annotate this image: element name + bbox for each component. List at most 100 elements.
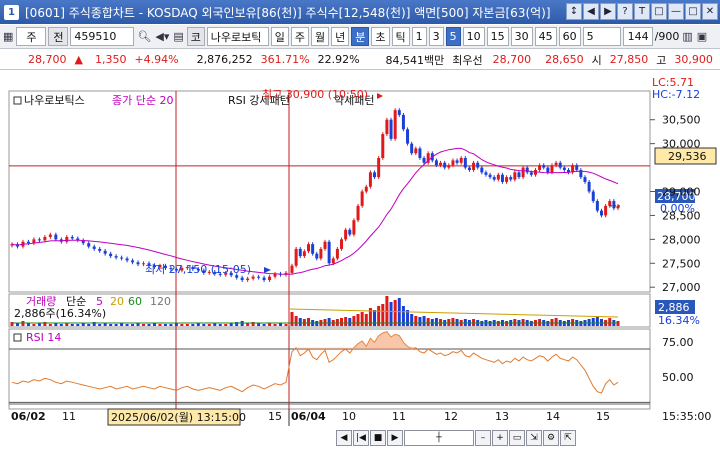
vol-value: 2,886주(16.34%) xyxy=(14,307,106,320)
compress-icon[interactable]: ⇲ xyxy=(526,430,542,446)
zoom-out-icon[interactable]: – xyxy=(475,430,491,446)
candle-body xyxy=(360,191,364,206)
candle-body xyxy=(327,241,331,264)
volume-bar xyxy=(262,324,266,326)
period-second[interactable]: 초 xyxy=(371,27,390,46)
candle-body xyxy=(443,162,447,168)
high-price: 30,900 xyxy=(674,53,713,66)
period-week[interactable]: 주 xyxy=(290,27,310,46)
interval-3[interactable]: 3 xyxy=(428,27,444,46)
candle-body xyxy=(393,110,397,139)
volume-bar xyxy=(298,318,302,326)
candle-body xyxy=(377,158,381,178)
text-icon[interactable]: T xyxy=(634,3,650,20)
market-button[interactable]: 코 xyxy=(186,27,205,46)
candle-body xyxy=(389,119,393,139)
volume-bar xyxy=(131,324,135,326)
interval-1[interactable]: 1 xyxy=(411,27,427,46)
candle-body xyxy=(492,177,496,180)
candle-body xyxy=(451,160,455,166)
fit-icon[interactable]: ▭ xyxy=(509,430,525,446)
candle-body xyxy=(542,165,546,168)
period-year[interactable]: 년 xyxy=(331,27,350,46)
prev-icon[interactable]: ◀ xyxy=(583,3,599,20)
candle-body xyxy=(525,167,529,173)
y-tick-label: 28,500 xyxy=(662,209,701,222)
candle-body xyxy=(294,248,298,266)
list-icon[interactable]: ▤ xyxy=(172,30,184,43)
type-select[interactable]: 주 xyxy=(16,27,47,46)
chart-scroll-controls: ◀ |◀ ■ ▶ ┼ – + ▭ ⇲ ⚙ ⇱ xyxy=(336,429,576,447)
all-button[interactable]: 전 xyxy=(48,27,69,46)
candle-body xyxy=(114,256,118,258)
x-label-0602: 06/02 xyxy=(11,410,46,423)
turnover-ratio: 22.92% xyxy=(317,53,360,66)
candle-body xyxy=(298,248,302,257)
bars-icon[interactable]: ▥ xyxy=(681,30,693,43)
stop-icon[interactable]: ■ xyxy=(370,430,386,446)
maximize-icon[interactable]: □ xyxy=(685,3,701,20)
minimize-icon[interactable]: — xyxy=(668,3,684,20)
vol-legend-20: 20 xyxy=(110,295,124,308)
save-icon[interactable]: ▣ xyxy=(696,30,708,43)
link-icon[interactable]: ↕ xyxy=(566,3,582,20)
open-label: 시 xyxy=(591,53,602,67)
candle-body xyxy=(467,167,471,170)
period-day[interactable]: 일 xyxy=(270,27,289,46)
interval-30[interactable]: 30 xyxy=(510,27,533,46)
code-input[interactable]: 459510 xyxy=(70,27,135,46)
expand-icon[interactable]: ⇱ xyxy=(560,430,576,446)
grid-icon[interactable]: ▦ xyxy=(2,30,14,43)
period-minute[interactable]: 분 xyxy=(351,27,370,46)
open-price: 27,850 xyxy=(609,53,649,66)
restore-icon[interactable]: □ xyxy=(651,3,667,20)
candle-body xyxy=(335,248,339,259)
candle-body xyxy=(521,167,525,178)
next-icon[interactable]: ▶ xyxy=(600,3,616,20)
volume-bar xyxy=(158,324,162,326)
candle-body xyxy=(422,158,426,163)
vol-legend-60: 60 xyxy=(128,295,142,308)
volume-bar xyxy=(554,318,558,326)
scroll-forward-icon[interactable]: ▶ xyxy=(387,430,403,446)
volume-bar xyxy=(294,316,298,326)
zoom-in-icon[interactable]: + xyxy=(492,430,508,446)
cursor-time: 2025/06/02(월) 13:15:00 xyxy=(111,411,246,424)
volume-bar xyxy=(98,324,102,326)
chart-area[interactable]: 나우로보틱스 종가 단순 20 RSI 강세패턴 약세패턴 LC:5.71 HC… xyxy=(0,71,720,450)
rsi-tick-75: 75.00 xyxy=(662,336,694,349)
interval-45[interactable]: 45 xyxy=(534,27,557,46)
close-icon[interactable]: ✕ xyxy=(702,3,718,20)
zoom-slider[interactable]: ┼ xyxy=(404,430,474,446)
period-tick[interactable]: 틱 xyxy=(391,27,410,46)
volume-bar xyxy=(373,310,377,326)
scroll-first-icon[interactable]: |◀ xyxy=(353,430,369,446)
scroll-back-icon[interactable]: ◀ xyxy=(336,430,352,446)
speaker-icon[interactable]: ◀▾ xyxy=(154,30,170,43)
candle-body xyxy=(595,201,599,211)
interval-10[interactable]: 10 xyxy=(462,27,485,46)
x-label-11a: 11 xyxy=(62,410,76,423)
volume-bar xyxy=(591,318,595,326)
candle-body xyxy=(315,253,319,259)
candle-body xyxy=(385,119,389,135)
period-month[interactable]: 월 xyxy=(311,27,330,46)
candle-body xyxy=(87,243,91,247)
window-titlebar: 1 [0601] 주식종합차트 - KOSDAQ 외국인보유[86(천)] 주식… xyxy=(0,0,720,24)
candle-body xyxy=(562,167,566,170)
price-summary-bar: 28,700 ▲ 1,350 +4.94% 2,876,252 361.71% … xyxy=(0,50,720,70)
window-number: 1 xyxy=(4,4,19,20)
count-input[interactable]: 144 xyxy=(622,27,653,46)
stock-chart-svg[interactable]: 나우로보틱스 종가 단순 20 RSI 강세패턴 약세패턴 LC:5.71 HC… xyxy=(0,71,720,450)
window-title: [0601] 주식종합차트 - KOSDAQ 외국인보유[86(천)] 주식수[… xyxy=(25,5,551,20)
volume-bar xyxy=(410,314,414,326)
interval-5[interactable]: 5 xyxy=(445,27,461,46)
count-total: /900 xyxy=(654,30,680,43)
interval-15[interactable]: 15 xyxy=(486,27,509,46)
help-icon[interactable]: ? xyxy=(617,3,633,20)
interval-60[interactable]: 60 xyxy=(558,27,581,46)
search-icon[interactable]: 🔍︎ xyxy=(136,30,152,43)
settings-icon[interactable]: ⚙ xyxy=(543,430,559,446)
interval-select[interactable]: 5 xyxy=(582,27,621,46)
candle-body xyxy=(575,165,579,170)
